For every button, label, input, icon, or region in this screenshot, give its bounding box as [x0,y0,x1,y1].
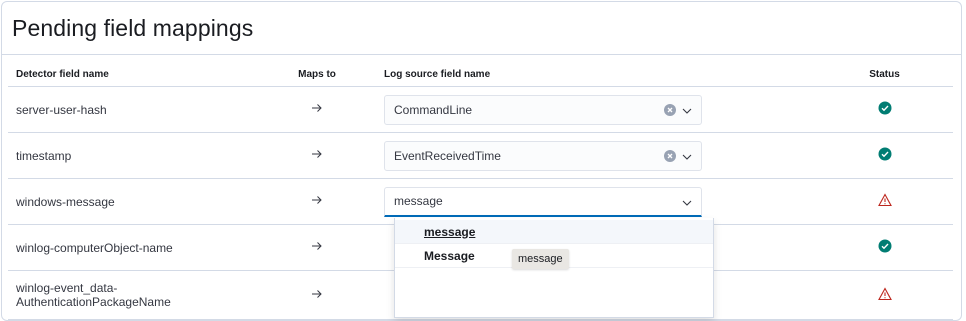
log-source-combobox[interactable]: EventReceivedTime [384,140,702,171]
combobox-value: EventReceivedTime [394,148,501,163]
combobox-search-input[interactable]: message [394,194,443,208]
warning-triangle-icon [877,193,892,207]
col-header-status[interactable]: Status [816,62,953,87]
combobox-value: CommandLine [394,102,473,117]
col-header-detector[interactable]: Detector field name [8,62,258,87]
log-source-combobox[interactable]: CommandLine [384,94,702,125]
arrow-right-icon [312,104,322,112]
panel-header: Pending field mappings [2,2,961,55]
check-circle-icon [878,147,891,161]
chevron-down-icon[interactable] [681,151,693,163]
log-source-combobox-open[interactable]: message [384,186,702,217]
detector-field-name: timestamp [8,132,258,179]
detector-field-name-line-1: winlog-event_data- [16,281,118,295]
arrow-right-icon [312,196,322,204]
chevron-down-icon[interactable] [681,197,693,209]
detector-field-name: windows-message [8,178,258,225]
check-circle-icon [878,239,891,253]
chevron-down-icon[interactable] [681,105,693,117]
warning-triangle-icon [877,286,892,300]
panel-title: Pending field mappings [12,14,254,41]
detector-field-name: winlog-computerObject-name [8,224,258,271]
table-header-row: Detector field name Maps to Log source f… [8,62,953,87]
option-item[interactable]: message [395,220,713,244]
col-header-log-source[interactable]: Log source field name [376,62,816,87]
clear-icon[interactable] [664,149,676,162]
check-circle-icon [878,101,891,115]
option-tooltip: message [512,249,569,269]
detector-field-name: winlog-event_data- AuthenticationPackage… [8,270,258,320]
arrow-right-icon [312,242,322,250]
clear-icon[interactable] [664,103,676,116]
detector-field-name: server-user-hash [8,86,258,133]
arrow-right-icon [312,289,322,298]
table-row: server-user-hash CommandLine [8,86,953,133]
table-row: timestamp EventReceivedTime [8,132,953,179]
col-header-maps-to[interactable]: Maps to [258,62,376,87]
detector-field-name-line-2: AuthenticationPackageName [16,295,171,309]
arrow-right-icon [312,150,322,158]
